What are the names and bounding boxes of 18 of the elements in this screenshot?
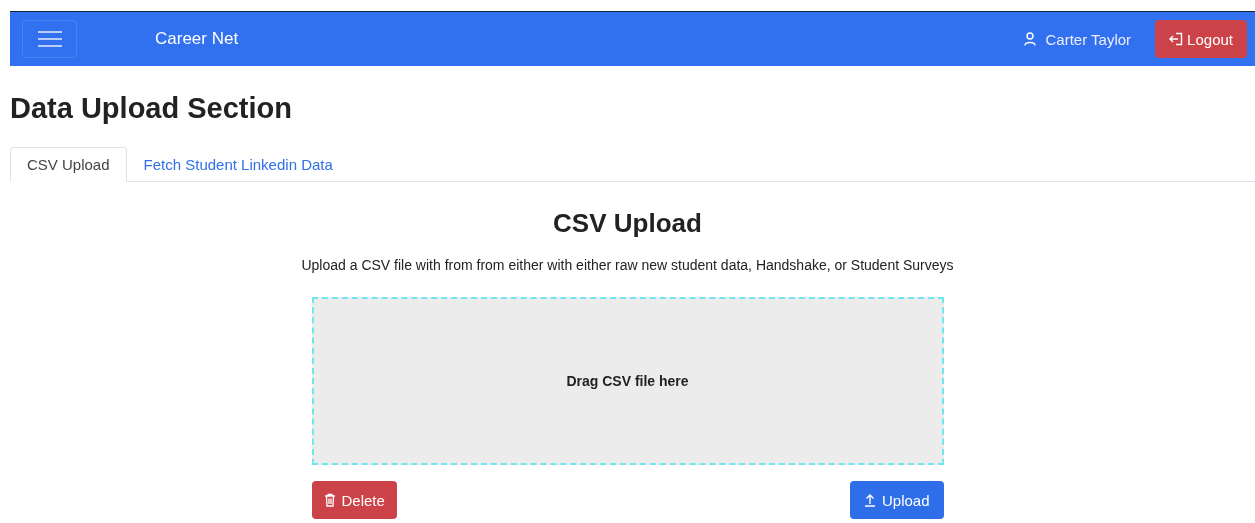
tab[interactable]: Fetch Student Linkedin Data [126,147,350,182]
menu-icon [36,30,63,48]
page-heading: Data Upload Section [10,92,293,125]
logout-button[interactable]: Logout [1155,20,1247,58]
upload-button[interactable]: Upload [849,481,944,519]
upload-icon [863,493,876,507]
menu-button[interactable] [22,20,77,58]
drop-zone-label: Drag CSV file here [566,373,689,389]
description: Upload a CSV file with from from either with either raw new student data, Handshake, or Student Surveys [301,257,954,273]
logout-icon [1169,32,1184,46]
drop-zone[interactable]: Drag CSV file here [311,297,944,465]
user-icon [1023,32,1036,46]
user-link[interactable]: Carter Taylor [1023,30,1132,48]
brand-title[interactable]: Career Net [155,29,239,49]
tab[interactable]: CSV Upload [10,147,127,182]
section-title: CSV Upload [553,208,702,239]
delete-button[interactable]: Delete [311,481,397,519]
trash-icon [323,493,336,507]
